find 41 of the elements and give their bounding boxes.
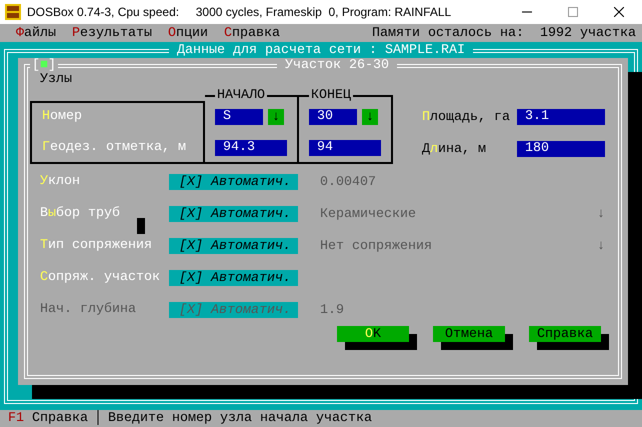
- option-label: Сопряж. участок: [40, 270, 161, 286]
- dialog-button[interactable]: Справка: [529, 326, 601, 342]
- field-label: Геодез. отметка, м: [41, 140, 187, 156]
- menu-item[interactable]: Результаты: [72, 26, 152, 40]
- auto-checkbox[interactable]: [X] Автоматич.: [169, 174, 298, 190]
- window-title: DOSBox 0.74-3, Cpu speed: 3000 cycles, Frameskip 0, Program: RAINFALL: [27, 5, 452, 19]
- option-value: 1.9: [320, 302, 344, 318]
- auto-checkbox[interactable]: [X] Автоматич.: [169, 238, 298, 254]
- input-field[interactable]: 94: [309, 140, 381, 156]
- status-message: Введите номер узла начала участка: [108, 411, 372, 426]
- option-value: 0.00407: [320, 174, 376, 190]
- menu-item[interactable]: Файлы: [16, 26, 56, 40]
- auto-checkbox[interactable]: [X] Автоматич.: [169, 206, 298, 222]
- option-label: Нач. глубина: [40, 302, 137, 318]
- option-label: Выбор труб: [40, 206, 121, 222]
- app-icon: [5, 4, 21, 20]
- group-title: КОНЕЦ: [310, 89, 352, 103]
- dialog-button[interactable]: OK: [337, 326, 409, 342]
- option-label: Уклон: [40, 174, 81, 190]
- field-label: Номер: [41, 109, 83, 125]
- input-field[interactable]: S: [215, 109, 263, 125]
- input-field[interactable]: 30: [309, 109, 357, 125]
- input-field[interactable]: 180: [517, 141, 605, 157]
- option-label: Тип сопряжения: [40, 238, 153, 254]
- text-cursor: [137, 218, 145, 234]
- group-title: НАЧАЛО: [216, 89, 266, 103]
- help-label[interactable]: Справка: [24, 411, 88, 426]
- menu-item[interactable]: Опции: [168, 26, 208, 40]
- status-separator: │: [94, 411, 102, 426]
- memory-status: Памяти осталось на: 1992 участка: [372, 26, 636, 40]
- auto-checkbox[interactable]: [X] Автоматич.: [169, 270, 298, 286]
- dropdown-button[interactable]: ↓: [268, 109, 284, 125]
- input-field[interactable]: 94.3: [215, 140, 287, 156]
- menu-item[interactable]: Справка: [224, 26, 280, 40]
- dropdown-button[interactable]: ↓: [362, 109, 378, 125]
- field-label: Длина, м: [422, 142, 487, 156]
- section-title: Узлы: [40, 72, 73, 88]
- input-field[interactable]: 3.1: [517, 109, 605, 125]
- main-window-title: Данные для расчета сети : SAMPLE.RAI: [169, 43, 473, 58]
- dialog-button[interactable]: Отмена: [433, 326, 505, 342]
- field-label: Площадь, га: [422, 110, 511, 124]
